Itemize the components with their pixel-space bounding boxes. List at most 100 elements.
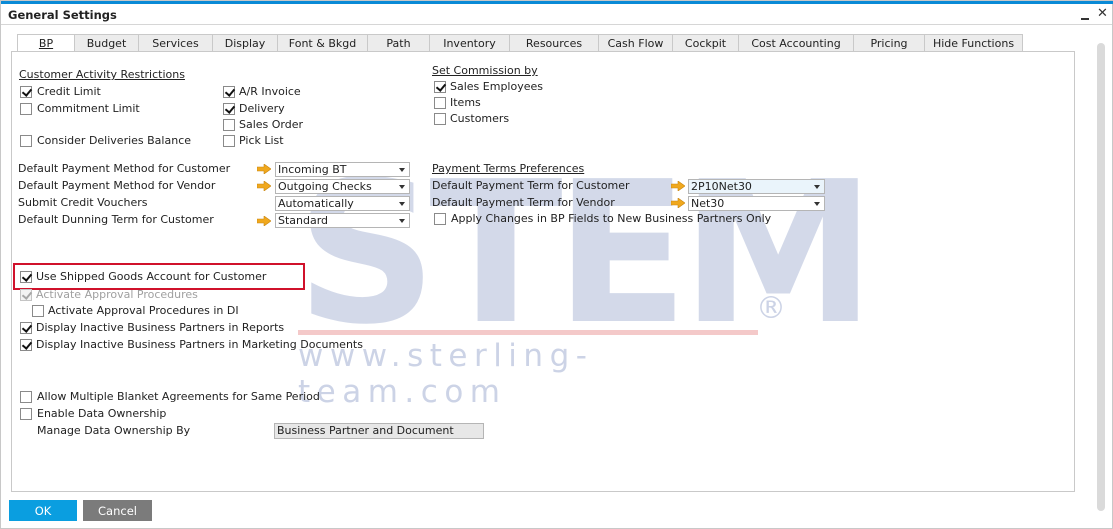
payment-method-customer-select[interactable]: Incoming BT — [275, 162, 410, 177]
tab-label: Pricing — [870, 36, 908, 50]
dunning-term-customer-select[interactable]: Standard — [275, 213, 410, 228]
apply-changes-checkbox[interactable] — [434, 213, 446, 225]
activate-approval-label: Activate Approval Procedures — [36, 288, 198, 301]
manage-ownership-field: Business Partner and Document — [274, 423, 484, 439]
tab-label: Hide Functions — [932, 36, 1015, 50]
tab-display[interactable]: Display — [213, 34, 278, 52]
chevron-down-icon — [399, 202, 405, 206]
tab-label: Cash Flow — [607, 36, 664, 50]
tab-label: Display — [224, 36, 266, 50]
submit-credit-vouchers-label: Submit Credit Vouchers — [18, 196, 148, 209]
activate-approval-di-label: Activate Approval Procedures in DI — [48, 304, 239, 317]
delivery-label: Delivery — [239, 102, 285, 115]
payment-method-customer-label: Default Payment Method for Customer — [18, 162, 231, 175]
link-arrow-icon[interactable] — [257, 181, 271, 191]
multiple-blanket-checkbox[interactable] — [20, 391, 32, 403]
tab-label: Budget — [86, 36, 127, 50]
commitment-limit-label: Commitment Limit — [37, 102, 140, 115]
select-value: 2P10Net30 — [691, 180, 752, 193]
tab-font-bkgd[interactable]: Font & Bkgd — [278, 34, 368, 52]
tab-cost-accounting[interactable]: Cost Accounting — [739, 34, 854, 52]
activate-approval-di-checkbox[interactable] — [32, 305, 44, 317]
items-checkbox[interactable] — [434, 97, 446, 109]
customers-checkbox[interactable] — [434, 113, 446, 125]
tab-inventory[interactable]: Inventory — [430, 34, 510, 52]
tab-label: Inventory — [443, 36, 496, 50]
link-arrow-icon[interactable] — [671, 181, 685, 191]
tab-pricing[interactable]: Pricing — [854, 34, 925, 52]
shipped-goods-checkbox[interactable] — [20, 271, 32, 283]
chevron-down-icon — [814, 202, 820, 206]
data-ownership-checkbox[interactable] — [20, 408, 32, 420]
tab-label: Cost Accounting — [751, 36, 841, 50]
pick-list-label: Pick List — [239, 134, 284, 147]
settings-tabs: BP Budget Services Display Font & Bkgd P… — [17, 34, 1023, 53]
tab-label: Cockpit — [684, 36, 727, 50]
select-value: Standard — [278, 214, 329, 227]
inactive-reports-label: Display Inactive Business Partners in Re… — [36, 321, 285, 334]
payment-terms-title: Payment Terms Preferences — [432, 162, 585, 175]
link-arrow-icon[interactable] — [671, 198, 685, 208]
tab-cash-flow[interactable]: Cash Flow — [599, 34, 673, 52]
tab-resources[interactable]: Resources — [510, 34, 599, 52]
pick-list-checkbox[interactable] — [223, 135, 235, 147]
items-label: Items — [450, 96, 481, 109]
select-value: Automatically — [278, 197, 354, 210]
commission-title: Set Commission by — [432, 64, 538, 77]
delivery-checkbox[interactable] — [223, 103, 235, 115]
chevron-down-icon — [399, 185, 405, 189]
activate-approval-checkbox — [20, 289, 32, 301]
payment-method-vendor-select[interactable]: Outgoing Checks — [275, 179, 410, 194]
dunning-term-customer-label: Default Dunning Term for Customer — [18, 213, 214, 226]
submit-credit-vouchers-select[interactable]: Automatically — [275, 196, 410, 211]
chevron-down-icon — [399, 168, 405, 172]
tab-budget[interactable]: Budget — [75, 34, 139, 52]
sales-employees-label: Sales Employees — [450, 80, 543, 93]
tab-path[interactable]: Path — [368, 34, 430, 52]
sales-order-label: Sales Order — [239, 118, 304, 131]
link-arrow-icon[interactable] — [257, 164, 271, 174]
inactive-marketing-checkbox[interactable] — [20, 339, 32, 351]
payment-method-vendor-label: Default Payment Method for Vendor — [18, 179, 216, 192]
ok-button[interactable]: OK — [9, 500, 77, 521]
multiple-blanket-label: Allow Multiple Blanket Agreements for Sa… — [37, 390, 320, 403]
credit-limit-label: Credit Limit — [37, 85, 101, 98]
data-ownership-label: Enable Data Ownership — [37, 407, 167, 420]
select-value: Outgoing Checks — [278, 180, 372, 193]
sales-employees-checkbox[interactable] — [434, 81, 446, 93]
manage-ownership-label: Manage Data Ownership By — [37, 424, 191, 437]
minimize-button[interactable] — [1080, 6, 1092, 20]
close-button[interactable]: ✕ — [1097, 7, 1108, 21]
select-value: Incoming BT — [278, 163, 347, 176]
credit-limit-checkbox[interactable] — [20, 86, 32, 98]
shipped-goods-label: Use Shipped Goods Account for Customer — [36, 270, 267, 283]
term-customer-select[interactable]: 2P10Net30 — [688, 179, 825, 194]
select-value: Net30 — [691, 197, 725, 210]
link-arrow-icon[interactable] — [257, 216, 271, 226]
tab-cockpit[interactable]: Cockpit — [673, 34, 739, 52]
title-bar: General Settings ✕ — [1, 4, 1112, 25]
window-title: General Settings — [8, 8, 117, 22]
tab-label: Path — [386, 36, 411, 50]
chevron-down-icon — [399, 219, 405, 223]
sales-order-checkbox[interactable] — [223, 119, 235, 131]
commitment-limit-checkbox[interactable] — [20, 103, 32, 115]
term-customer-label: Default Payment Term for Customer — [432, 179, 630, 192]
ar-invoice-checkbox[interactable] — [223, 86, 235, 98]
term-vendor-select[interactable]: Net30 — [688, 196, 825, 211]
inactive-marketing-label: Display Inactive Business Partners in Ma… — [36, 338, 363, 351]
ar-invoice-label: A/R Invoice — [239, 85, 301, 98]
term-vendor-label: Default Payment Term for Vendor — [432, 196, 615, 209]
general-settings-window: General Settings ✕ BP Budget Services Di… — [0, 0, 1113, 529]
tab-services[interactable]: Services — [139, 34, 213, 52]
chevron-down-icon — [814, 185, 820, 189]
consider-deliveries-balance-checkbox[interactable] — [20, 135, 32, 147]
consider-deliveries-balance-label: Consider Deliveries Balance — [37, 134, 192, 147]
inactive-reports-checkbox[interactable] — [20, 322, 32, 334]
cancel-button[interactable]: Cancel — [83, 500, 152, 521]
tab-hide-functions[interactable]: Hide Functions — [925, 34, 1023, 52]
customers-label: Customers — [450, 112, 510, 125]
tab-label: Font & Bkgd — [288, 36, 357, 50]
vertical-scrollbar[interactable] — [1097, 43, 1105, 511]
customer-activity-title: Customer Activity Restrictions — [19, 68, 185, 81]
